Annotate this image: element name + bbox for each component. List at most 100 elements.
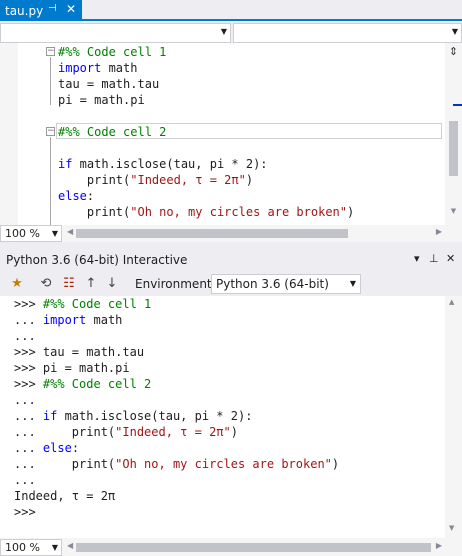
editor-line: else:	[58, 188, 94, 204]
code-token: if	[42, 409, 58, 423]
autohide-pin-icon[interactable]: ⊥	[429, 252, 439, 265]
chevron-down-icon: ▼	[51, 229, 58, 238]
scroll-up-icon[interactable]: ▲	[449, 298, 454, 306]
chevron-down-icon: ▼	[451, 27, 458, 36]
code-token: ...	[14, 473, 36, 487]
editor-line: print("Oh no, my circles are broken")	[58, 204, 354, 220]
code-token: .pi	[123, 93, 145, 107]
environment-select[interactable]: Python 3.6 (64-bit) ▼	[211, 274, 361, 294]
pin-tab-icon[interactable]: ⊣	[48, 3, 57, 14]
repl-line: ... if math.isclose(tau, pi * 2):	[14, 408, 252, 424]
interactive-status-bar: 100 % ▼ ◀ ▶	[0, 538, 462, 556]
close-window-icon[interactable]: ✕	[446, 252, 455, 265]
editor-line: #%% Code cell 1	[58, 44, 166, 60]
code-token: Indeed, τ = 2π	[14, 489, 116, 503]
code-token: else	[58, 189, 87, 203]
repl-line: Indeed, τ = 2π	[14, 488, 115, 504]
code-token: #%% Code cell 2	[42, 377, 152, 391]
repl-line: >>> #%% Code cell 1	[14, 296, 151, 312]
code-token: ...	[14, 441, 43, 455]
code-token: :	[71, 441, 80, 455]
code-token: "Oh no, my circles are broken"	[115, 457, 332, 471]
interactive-output[interactable]: >>> #%% Code cell 1... import math... >>>…	[0, 296, 445, 538]
interactive-horizontal-scrollbar[interactable]: ◀ ▶	[64, 539, 445, 556]
repl-line: >>>	[14, 504, 36, 520]
code-token: ... print(	[14, 425, 116, 439]
interactive-vertical-scrollbar[interactable]: ▲ ▼	[445, 296, 462, 538]
scroll-left-icon[interactable]: ◀	[67, 541, 73, 550]
editor-vertical-scrollbar[interactable]: ⇕ ▼	[445, 43, 462, 225]
code-token: pi =	[58, 93, 95, 107]
code-token: #%% Code cell 1	[58, 45, 167, 59]
editor-line: print("Indeed, τ = 2π")	[58, 172, 253, 188]
code-token: )	[245, 173, 254, 187]
repl-line: >>> tau = math.tau	[14, 344, 144, 360]
editor-line: tau = math.tau	[58, 76, 159, 92]
scroll-down-icon[interactable]: ▼	[449, 207, 458, 215]
editor-status-bar: 100 % ▼ ◀ ▶	[0, 225, 462, 242]
code-token: >>>	[14, 505, 36, 519]
code-token: math	[86, 313, 123, 327]
environment-label: Environment:	[135, 277, 216, 291]
code-token: ...	[14, 329, 36, 343]
scroll-down-icon[interactable]: ▼	[449, 524, 454, 532]
scroll-right-icon[interactable]: ▶	[436, 541, 442, 550]
scrollbar-thumb[interactable]	[76, 543, 431, 552]
fold-guide	[50, 137, 51, 225]
code-token: math.isclose(tau, pi * 2):	[57, 409, 253, 423]
code-token: #%% Code cell 1	[42, 297, 152, 311]
tab-tau-py[interactable]: tau.py ⊣ ✕	[0, 0, 82, 21]
code-token: math	[101, 61, 138, 75]
code-token: ...	[14, 313, 43, 327]
scroll-left-icon[interactable]: ◀	[67, 227, 73, 236]
scrollbar-thumb[interactable]	[76, 229, 348, 238]
code-token: import	[58, 61, 102, 75]
member-dropdown[interactable]: ▼	[233, 23, 462, 43]
fold-guide	[50, 57, 51, 105]
history-down-icon[interactable]: ↓	[103, 275, 121, 293]
repl-line: ... else:	[14, 440, 79, 456]
repl-line: ...	[14, 328, 36, 344]
editor-horizontal-scrollbar[interactable]: ◀ ▶	[64, 225, 445, 242]
new-repl-icon[interactable]: ★	[8, 275, 26, 293]
scroll-right-icon[interactable]: ▶	[436, 227, 442, 236]
code-token: "Oh no, my circles are broken"	[130, 205, 347, 219]
editor-line: import math	[58, 60, 137, 76]
code-token: "Indeed, τ = 2π"	[115, 425, 231, 439]
code-token: >>>	[14, 377, 43, 391]
navigation-bar: ▼ ▼	[0, 23, 462, 43]
code-token: ...	[14, 393, 36, 407]
scrollbar-thumb[interactable]	[449, 121, 458, 176]
editor-zoom-select[interactable]: 100 % ▼	[0, 225, 62, 242]
code-token: "Indeed, τ = 2π"	[130, 173, 246, 187]
code-token: else	[42, 441, 72, 455]
scope-dropdown[interactable]: ▼	[0, 23, 231, 43]
environment-value: Python 3.6 (64-bit)	[216, 277, 329, 291]
editor-tab-strip: tau.py ⊣ ✕	[0, 0, 462, 21]
repl-line: ... print("Oh no, my circles are broken"…	[14, 456, 339, 472]
code-token: import	[42, 313, 87, 327]
collapse-region-icon[interactable]: −	[46, 127, 55, 136]
pane-splitter[interactable]	[0, 242, 462, 250]
repl-line: >>> #%% Code cell 2	[14, 376, 151, 392]
history-up-icon[interactable]: ↑	[82, 275, 100, 293]
code-token: print(	[58, 205, 131, 219]
close-tab-icon[interactable]: ✕	[66, 2, 76, 16]
interactive-toolbar: ★ ⟲ ☷ ↑ ↓ Environment: Python 3.6 (64-bi…	[0, 272, 462, 296]
repl-line: >>> pi = math.pi	[14, 360, 130, 376]
window-menu-icon[interactable]: ▾	[414, 252, 420, 265]
editor-line: if math.isclose(tau, pi * 2):	[58, 156, 268, 172]
split-window-icon[interactable]: ⇕	[447, 45, 460, 59]
code-token: )	[230, 425, 238, 439]
code-token: print(	[58, 173, 131, 187]
tab-title: tau.py	[5, 3, 44, 18]
collapse-region-icon[interactable]: −	[46, 47, 55, 56]
reset-icon[interactable]: ⟲	[37, 275, 55, 293]
code-editor[interactable]: − − #%% Code cell 1 import math tau = math…	[0, 43, 445, 225]
clear-screen-icon[interactable]: ☷	[60, 275, 78, 293]
chevron-down-icon: ▼	[220, 27, 227, 36]
interactive-zoom-select[interactable]: 100 % ▼	[0, 539, 62, 556]
code-token: :	[86, 189, 95, 203]
code-token: #%% Code cell 2	[58, 125, 167, 139]
code-token: math	[94, 93, 124, 107]
